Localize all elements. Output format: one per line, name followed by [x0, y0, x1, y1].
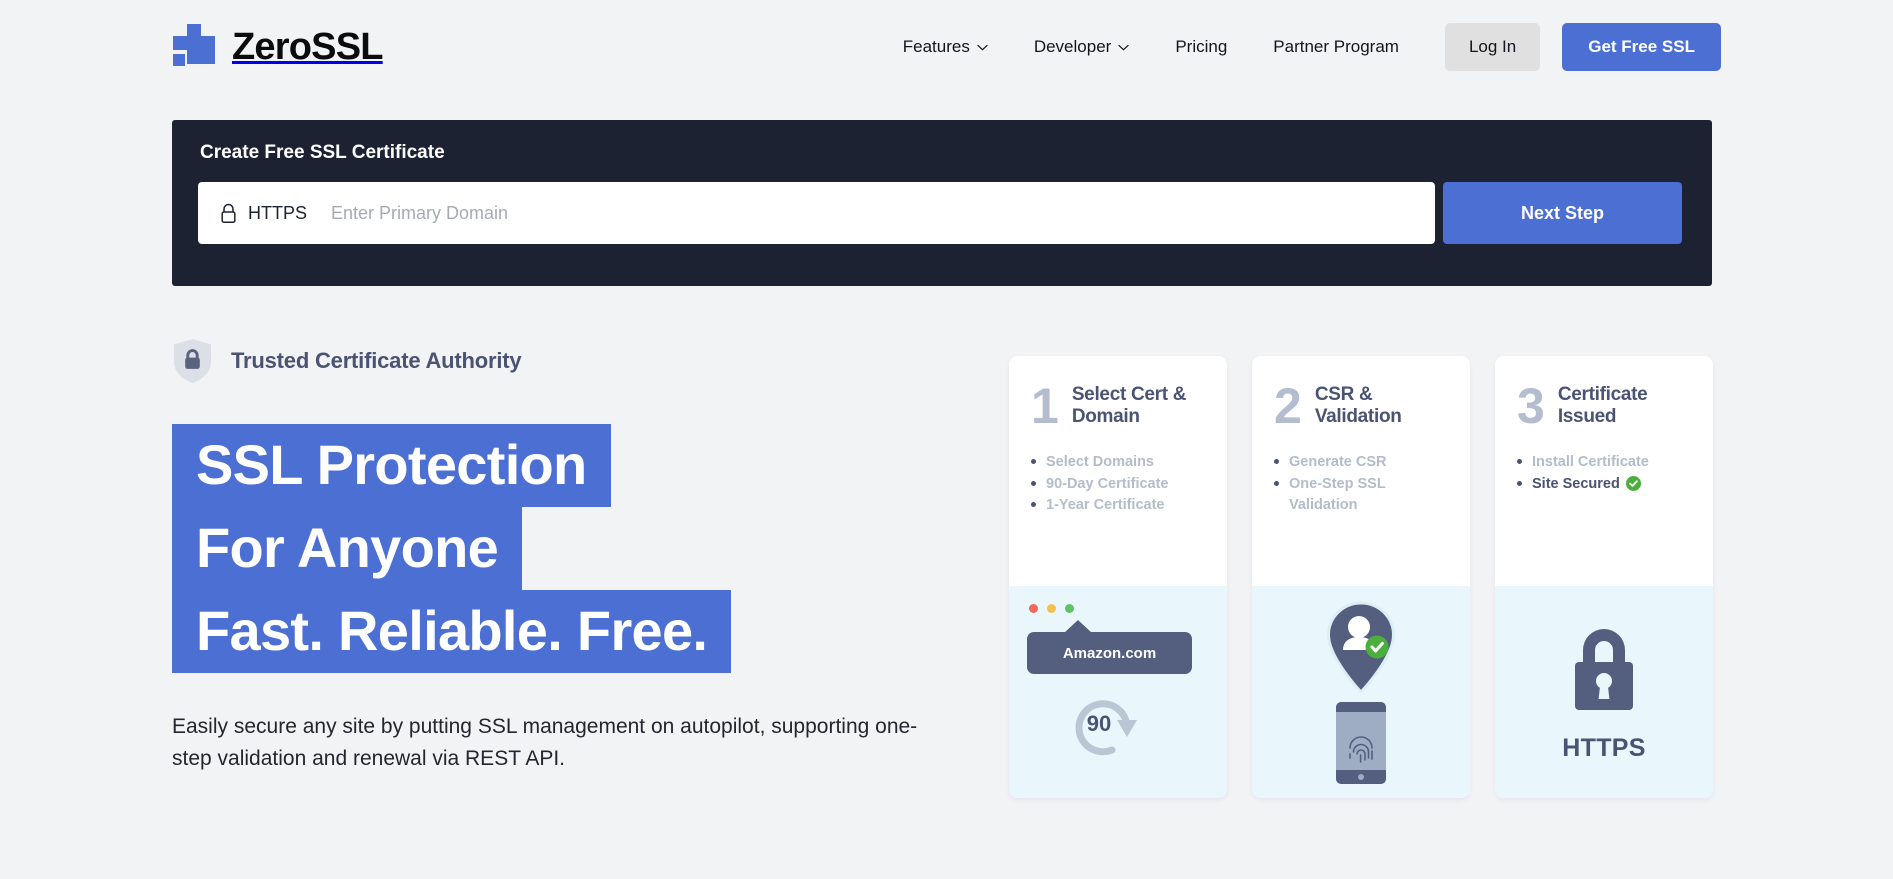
phone-fingerprint-icon — [1336, 702, 1386, 789]
get-free-ssl-button[interactable]: Get Free SSL — [1562, 22, 1721, 71]
tooltip-domain-label: Amazon.com — [1062, 644, 1157, 662]
step-number: 3 — [1517, 378, 1545, 434]
nav-item-developer[interactable]: Developer — [1034, 37, 1130, 57]
create-certificate-panel: Create Free SSL Certificate HTTPS Next S… — [172, 120, 1712, 286]
browser-traffic-lights-icon — [1029, 604, 1074, 613]
headline-line-2: For Anyone — [172, 507, 523, 590]
bullet-label: 90-Day Certificate — [1046, 475, 1169, 492]
nav-label: Pricing — [1175, 36, 1228, 56]
hero-paragraph: Easily secure any site by putting SSL ma… — [172, 715, 918, 770]
step-card-3-top: 3 Certificate Issued Install Certificate… — [1495, 356, 1713, 586]
nav-item-features[interactable]: Features — [903, 37, 988, 57]
headline-line-3: Fast. Reliable. Free. — [172, 590, 732, 673]
nav-label: Partner Program — [1273, 36, 1399, 56]
headline-line-1: SSL Protection — [172, 424, 611, 507]
trusted-authority-label: Trusted Certificate Authority — [231, 348, 522, 373]
step-title: Select Cert & Domain — [1071, 384, 1187, 428]
step-card-3-header: 3 Certificate Issued — [1517, 378, 1693, 434]
step-3-bullets: Install Certificate Site Secured — [1517, 452, 1693, 498]
step-card-3: 3 Certificate Issued Install Certificate… — [1495, 356, 1713, 798]
list-item: 90-Day Certificate — [1031, 474, 1207, 495]
step-1-illustration: Amazon.com 90 — [1009, 586, 1227, 798]
site-header: ZeroSSL Features Developer Pricing Partn… — [0, 0, 1893, 93]
bullet-label: One-Step SSL Validation — [1289, 475, 1386, 514]
domain-form-row: HTTPS Next Step — [198, 182, 1712, 244]
step-number: 1 — [1031, 378, 1059, 434]
step-2-illustration — [1252, 586, 1470, 798]
domain-input-wrapper[interactable]: HTTPS — [198, 182, 1435, 244]
bullet-label: Select Domains — [1046, 454, 1154, 471]
list-item: Install Certificate — [1517, 452, 1693, 473]
main-navigation: Features Developer Pricing Partner Progr… — [903, 22, 1721, 71]
primary-domain-input[interactable] — [331, 182, 1435, 244]
next-step-button[interactable]: Next Step — [1443, 182, 1682, 244]
step-card-1: 1 Select Cert & Domain Select Domains 90… — [1009, 356, 1227, 798]
step-card-2: 2 CSR & Validation Generate CSR One-Step… — [1252, 356, 1470, 798]
trusted-authority-badge: Trusted Certificate Authority — [172, 338, 972, 384]
green-check-icon — [1625, 475, 1641, 498]
shield-lock-icon — [172, 338, 213, 384]
https-caption: HTTPS — [1562, 734, 1646, 762]
zerossl-homepage: ZeroSSL Features Developer Pricing Partn… — [0, 0, 1893, 879]
puzzle-piece-icon — [172, 23, 220, 71]
nav-item-partner-program[interactable]: Partner Program — [1273, 37, 1399, 57]
steps-cards: 1 Select Cert & Domain Select Domains 90… — [1009, 356, 1713, 798]
brand-logo-link[interactable]: ZeroSSL — [172, 23, 383, 71]
panel-title: Create Free SSL Certificate — [200, 142, 445, 163]
https-label: HTTPS — [248, 202, 308, 223]
step-card-1-top: 1 Select Cert & Domain Select Domains 90… — [1009, 356, 1227, 586]
list-item: Site Secured — [1517, 474, 1693, 498]
padlock-solid-icon — [1563, 618, 1645, 721]
step-1-bullets: Select Domains 90-Day Certificate 1-Year… — [1031, 452, 1207, 516]
step-card-1-header: 1 Select Cert & Domain — [1031, 378, 1207, 434]
domain-tooltip: Amazon.com — [1027, 620, 1192, 674]
hero-headline: SSL Protection For Anyone Fast. Reliable… — [172, 424, 972, 673]
bullet-label: Site Secured — [1532, 475, 1620, 492]
step-title: CSR & Validation — [1314, 384, 1402, 428]
login-button[interactable]: Log In — [1444, 22, 1541, 71]
list-item: 1-Year Certificate — [1031, 495, 1207, 516]
step-card-2-header: 2 CSR & Validation — [1274, 378, 1450, 434]
list-item: Select Domains — [1031, 452, 1207, 473]
bullet-label: 1-Year Certificate — [1046, 497, 1165, 514]
brand-name: ZeroSSL — [232, 25, 383, 68]
chevron-down-icon — [1118, 42, 1130, 53]
circular-arrow-icon: 90 — [1065, 690, 1155, 773]
chevron-down-icon — [977, 42, 988, 53]
hero-section: Trusted Certificate Authority SSL Protec… — [172, 338, 972, 775]
map-pin-person-icon — [1322, 600, 1400, 701]
step-title: Certificate Issued — [1557, 384, 1648, 428]
nav-item-pricing[interactable]: Pricing — [1175, 37, 1227, 57]
step-card-2-top: 2 CSR & Validation Generate CSR One-Step… — [1252, 356, 1470, 586]
bullet-label: Install Certificate — [1532, 454, 1649, 471]
list-item: One-Step SSL Validation — [1274, 474, 1450, 517]
lock-outline-icon — [220, 203, 237, 224]
step-2-bullets: Generate CSR One-Step SSL Validation — [1274, 452, 1450, 516]
step-3-illustration: HTTPS — [1495, 586, 1713, 798]
list-item: Generate CSR — [1274, 452, 1450, 473]
nav-label: Developer — [1033, 36, 1112, 56]
bullet-label: Generate CSR — [1289, 454, 1387, 471]
nav-label: Features — [902, 36, 970, 56]
renewal-days-label: 90 — [1086, 711, 1112, 736]
step-number: 2 — [1274, 378, 1302, 434]
